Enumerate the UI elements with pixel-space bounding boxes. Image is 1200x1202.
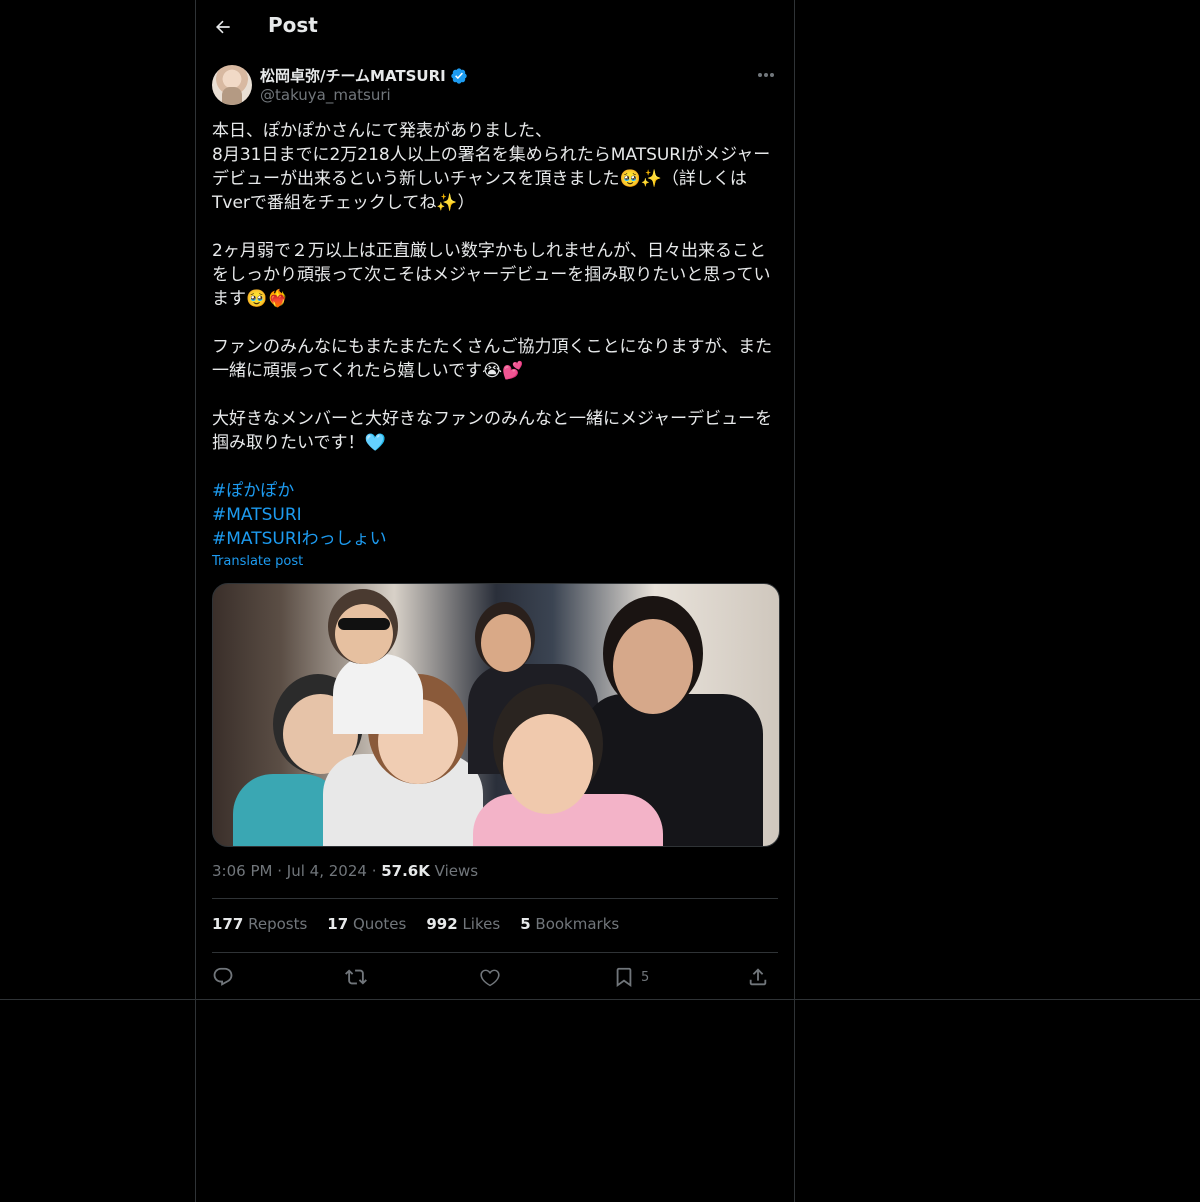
author-handle[interactable]: @takuya_matsuri (260, 86, 391, 104)
quotes-label: Quotes (352, 915, 407, 933)
reposts-stat[interactable]: 177 Reposts (212, 915, 307, 933)
post-time[interactable]: 3:06 PM (212, 862, 272, 880)
main-column: Post 松岡卓弥/チームMATSURI @takuya_matsuri 本日、… (195, 0, 795, 999)
divider (212, 898, 778, 899)
like-button[interactable] (479, 962, 501, 992)
quotes-count: 17 (327, 915, 349, 933)
hashtag-list: #ぽかぽか #MATSURI #MATSURIわっしょい (212, 479, 780, 551)
hashtag-link[interactable]: #MATSURI (212, 503, 780, 527)
hashtag-link[interactable]: #ぽかぽか (212, 479, 780, 503)
reposts-label: Reposts (248, 915, 308, 933)
reply-icon (213, 967, 233, 986)
likes-label: Likes (462, 915, 501, 933)
bookmark-icon (616, 967, 632, 988)
post-author: 松岡卓弥/チームMATSURI @takuya_matsuri (212, 65, 778, 109)
heart-icon (480, 969, 500, 987)
views-label: Views (434, 862, 479, 880)
reposts-count: 177 (212, 915, 244, 933)
back-button[interactable] (208, 12, 238, 42)
bookmark-count: 5 (641, 969, 650, 985)
reply-button[interactable] (212, 962, 234, 992)
bookmark-button[interactable]: 5 (613, 962, 649, 992)
header: Post (196, 0, 794, 54)
share-icon (749, 968, 767, 986)
bookmarks-stat[interactable]: 5 Bookmarks (520, 915, 619, 933)
bookmarks-count: 5 (520, 915, 531, 933)
hashtag-link[interactable]: #MATSURIわっしょい (212, 527, 780, 551)
more-options-button[interactable] (754, 65, 778, 85)
action-bar: 5 (212, 962, 778, 992)
post-date[interactable]: Jul 4, 2024 (287, 862, 367, 880)
verified-badge-icon (451, 67, 467, 84)
more-horizontal-icon (758, 73, 774, 77)
bookmarks-label: Bookmarks (535, 915, 620, 933)
page-title: Post (268, 13, 318, 37)
post-meta: 3:06 PM · Jul 4, 2024 · 57.6K Views (212, 862, 478, 880)
author-display-name[interactable]: 松岡卓弥/チームMATSURI (260, 65, 446, 86)
post-text: 本日、ぽかぽかさんにて発表がありました、 8月31日までに2万218人以上の署名… (212, 121, 773, 453)
likes-stat[interactable]: 992 Likes (426, 915, 500, 933)
name-row: 松岡卓弥/チームMATSURI (260, 65, 468, 86)
quotes-stat[interactable]: 17 Quotes (327, 915, 406, 933)
arrow-left-icon (216, 20, 230, 34)
repost-button[interactable] (345, 962, 367, 992)
share-button[interactable] (747, 962, 769, 992)
meta-separator: · (371, 862, 382, 880)
empty-column-area (195, 999, 795, 1202)
translate-post-link[interactable]: Translate post (212, 554, 303, 569)
likes-count: 992 (426, 915, 458, 933)
repost-icon (345, 969, 367, 985)
engagement-stats: 177 Reposts 17 Quotes 992 Likes 5 Bookma… (212, 915, 619, 933)
meta-separator: · (277, 862, 287, 880)
divider (212, 952, 778, 953)
views-count: 57.6K (381, 862, 430, 880)
post-photo[interactable] (212, 583, 780, 847)
avatar[interactable] (212, 65, 252, 105)
